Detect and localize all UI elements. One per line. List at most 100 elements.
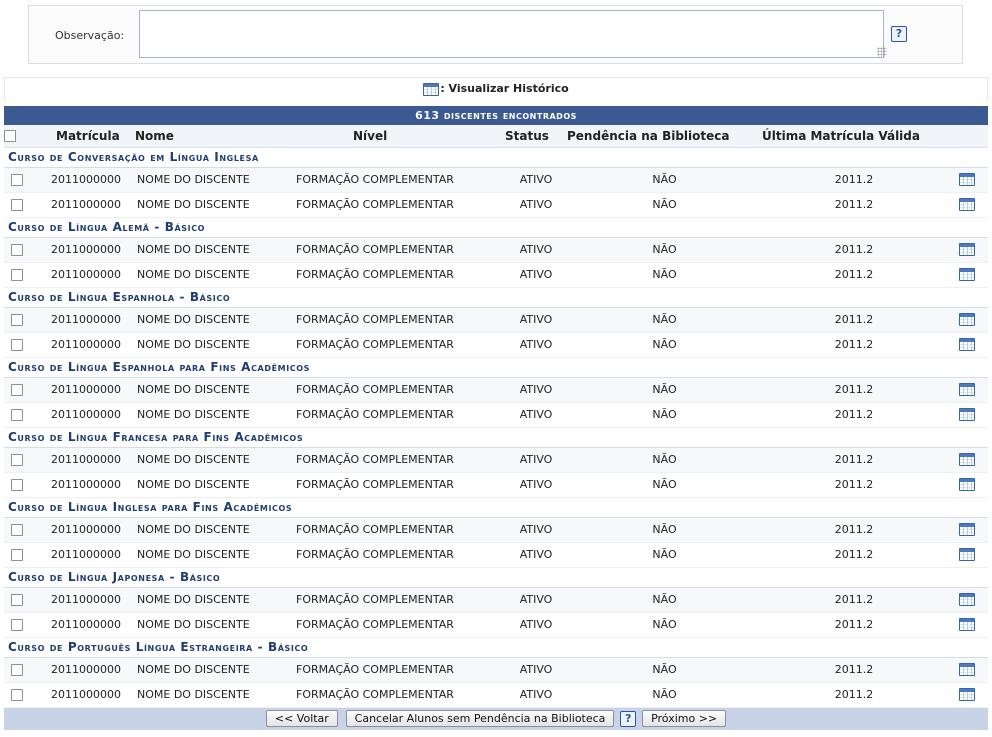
- row-checkbox[interactable]: [11, 689, 23, 701]
- row-checkbox[interactable]: [11, 409, 23, 421]
- cell-nome: NOME DO DISCENTE: [135, 377, 295, 403]
- cell-pendencia: NÃO: [567, 517, 762, 543]
- row-checkbox[interactable]: [11, 314, 23, 326]
- cell-nome: NOME DO DISCENTE: [135, 307, 295, 333]
- resize-grip-icon[interactable]: [877, 47, 887, 57]
- row-checkbox[interactable]: [11, 174, 23, 186]
- row-checkbox[interactable]: [11, 479, 23, 491]
- view-history-icon[interactable]: [959, 453, 975, 467]
- cell-actions: [946, 517, 989, 543]
- cell-nome: NOME DO DISCENTE: [135, 167, 295, 193]
- view-history-icon[interactable]: [959, 408, 975, 422]
- cell-nome: NOME DO DISCENTE: [135, 517, 295, 543]
- help-icon[interactable]: ?: [891, 26, 907, 42]
- cell-pendencia: NÃO: [567, 332, 762, 358]
- cell-pendencia: NÃO: [567, 472, 762, 498]
- group-row: Curso de Conversação em Língua Inglesa: [4, 147, 989, 168]
- view-history-icon[interactable]: [959, 338, 975, 352]
- cell-ultima-matricula: 2011.2: [762, 192, 946, 218]
- table-row: 2011000000 NOME DO DISCENTE FORMAÇÃO COMPL…: [4, 542, 989, 568]
- cell-pendencia: NÃO: [567, 542, 762, 568]
- cell-status: ATIVO: [505, 612, 567, 638]
- view-history-icon[interactable]: [959, 268, 975, 282]
- cell-nivel: FORMAÇÃO COMPLEMENTAR: [295, 402, 505, 428]
- calendar-list-icon: [423, 82, 440, 96]
- group-row: Curso de Língua Espanhola para Fins Acad…: [4, 357, 989, 378]
- cell-actions: [946, 377, 989, 403]
- cell-ultima-matricula: 2011.2: [762, 472, 946, 498]
- view-history-icon[interactable]: [959, 383, 975, 397]
- view-history-icon[interactable]: [959, 198, 975, 212]
- cell-nivel: FORMAÇÃO COMPLEMENTAR: [295, 237, 505, 263]
- legend-bar: : Visualizar Histórico: [4, 77, 988, 101]
- view-history-icon[interactable]: [959, 593, 975, 607]
- row-checkbox[interactable]: [11, 199, 23, 211]
- cell-pendencia: NÃO: [567, 307, 762, 333]
- cell-matricula: 2011000000: [30, 612, 135, 638]
- cell-ultima-matricula: 2011.2: [762, 447, 946, 473]
- table-row: 2011000000 NOME DO DISCENTE FORMAÇÃO COMPL…: [4, 307, 989, 333]
- row-checkbox[interactable]: [11, 549, 23, 561]
- view-history-icon[interactable]: [959, 548, 975, 562]
- group-title: Curso de Língua Francesa para Fins Acadê…: [4, 427, 989, 448]
- cell-actions: [946, 682, 989, 708]
- row-checkbox[interactable]: [11, 594, 23, 606]
- view-history-icon[interactable]: [959, 313, 975, 327]
- view-history-icon[interactable]: [959, 243, 975, 257]
- table-row: 2011000000 NOME DO DISCENTE FORMAÇÃO COMPL…: [4, 657, 989, 683]
- select-all-checkbox[interactable]: [4, 130, 16, 143]
- row-checkbox-cell: [4, 377, 30, 403]
- cell-actions: [946, 542, 989, 568]
- observation-textarea[interactable]: [139, 10, 884, 58]
- cell-status: ATIVO: [505, 192, 567, 218]
- col-nome: Nome: [135, 125, 295, 148]
- back-button[interactable]: << Voltar: [265, 710, 338, 728]
- group-row: Curso de Língua Japonesa - Básico: [4, 567, 989, 588]
- cell-ultima-matricula: 2011.2: [762, 542, 946, 568]
- cell-actions: [946, 402, 989, 428]
- cell-pendencia: NÃO: [567, 237, 762, 263]
- view-history-icon[interactable]: [959, 173, 975, 187]
- row-checkbox[interactable]: [11, 664, 23, 676]
- cell-pendencia: NÃO: [567, 587, 762, 613]
- view-history-icon[interactable]: [959, 478, 975, 492]
- row-checkbox-cell: [4, 657, 30, 683]
- next-button[interactable]: Próximo >>: [642, 710, 727, 728]
- cell-nivel: FORMAÇÃO COMPLEMENTAR: [295, 307, 505, 333]
- cell-nivel: FORMAÇÃO COMPLEMENTAR: [295, 192, 505, 218]
- cell-matricula: 2011000000: [30, 542, 135, 568]
- view-history-icon[interactable]: [959, 663, 975, 677]
- row-checkbox[interactable]: [11, 244, 23, 256]
- row-checkbox[interactable]: [11, 269, 23, 281]
- table-row: 2011000000 NOME DO DISCENTE FORMAÇÃO COMPL…: [4, 167, 989, 193]
- cell-matricula: 2011000000: [30, 192, 135, 218]
- cell-actions: [946, 237, 989, 263]
- cell-matricula: 2011000000: [30, 377, 135, 403]
- cell-nome: NOME DO DISCENTE: [135, 402, 295, 428]
- cell-matricula: 2011000000: [30, 402, 135, 428]
- row-checkbox-cell: [4, 612, 30, 638]
- row-checkbox[interactable]: [11, 384, 23, 396]
- cell-nome: NOME DO DISCENTE: [135, 447, 295, 473]
- view-history-icon[interactable]: [959, 688, 975, 702]
- row-checkbox[interactable]: [11, 524, 23, 536]
- cell-actions: [946, 262, 989, 288]
- view-history-icon[interactable]: [959, 618, 975, 632]
- cell-status: ATIVO: [505, 587, 567, 613]
- cell-actions: [946, 472, 989, 498]
- cell-nome: NOME DO DISCENTE: [135, 542, 295, 568]
- row-checkbox[interactable]: [11, 339, 23, 351]
- cell-nivel: FORMAÇÃO COMPLEMENTAR: [295, 657, 505, 683]
- cell-pendencia: NÃO: [567, 262, 762, 288]
- cell-matricula: 2011000000: [30, 307, 135, 333]
- cell-actions: [946, 587, 989, 613]
- view-history-icon[interactable]: [959, 523, 975, 537]
- table-row: 2011000000 NOME DO DISCENTE FORMAÇÃO COMPL…: [4, 237, 989, 263]
- row-checkbox-cell: [4, 332, 30, 358]
- row-checkbox[interactable]: [11, 619, 23, 631]
- cell-nivel: FORMAÇÃO COMPLEMENTAR: [295, 377, 505, 403]
- row-checkbox[interactable]: [11, 454, 23, 466]
- col-matricula: Matrícula: [30, 125, 135, 148]
- help-icon[interactable]: ?: [620, 711, 637, 728]
- cancel-students-button[interactable]: Cancelar Alunos sem Pendência na Bibliot…: [345, 710, 615, 728]
